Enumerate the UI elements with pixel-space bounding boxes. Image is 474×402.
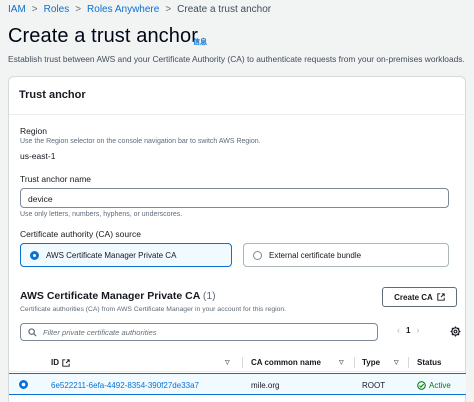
ca-common-name: mile.org [251,381,280,390]
gear-icon[interactable] [450,326,461,337]
external-link-icon [437,293,445,301]
card-title: Trust anchor [19,89,86,101]
breadcrumb-roles-anywhere[interactable]: Roles Anywhere [87,4,159,15]
page-description: Establish trust between AWS and your Cer… [8,54,465,64]
chevron-left-icon[interactable]: ‹ [397,325,400,335]
column-divider [242,357,243,368]
column-divider [408,357,409,368]
ca-id-link[interactable]: 6e522211-6efa-4492-8354-390f27de33a7 [51,381,199,390]
column-type[interactable]: Type [362,358,380,367]
region-label: Region [20,126,47,136]
chevron-right-icon: > [75,4,82,15]
column-id[interactable]: ID [51,358,70,367]
info-link[interactable]: 信息 [193,37,207,47]
radio-selected-icon [30,250,39,260]
pagination: ‹ 1 › [391,325,425,335]
ca-type: ROOT [362,381,386,390]
radio-unselected-icon [253,250,262,260]
search-icon [28,327,37,337]
breadcrumb-roles[interactable]: Roles [44,4,70,15]
sort-icon[interactable]: ▽ [225,359,230,366]
acm-pca-title: AWS Certificate Manager Private CA (1) [20,290,216,302]
breadcrumb-iam[interactable]: IAM [8,4,26,15]
column-ca-common-name[interactable]: CA common name [251,358,321,367]
region-hint: Use the Region selector on the console n… [20,138,261,145]
trust-anchor-name-hint: Use only letters, numbers, hyphens, or u… [20,211,183,218]
ca-source-label: Certificate authority (CA) source [20,229,141,239]
column-divider [354,357,355,368]
external-link-icon [62,358,70,367]
sort-icon[interactable]: ▽ [339,359,344,366]
acm-pca-title-text: AWS Certificate Manager Private CA [20,290,200,302]
sort-icon[interactable]: ▽ [394,359,399,366]
radio-selected-icon[interactable] [19,380,28,389]
create-ca-button[interactable]: Create CA [382,287,457,307]
filter-input[interactable]: Filter private certificate authorities [20,323,378,341]
ca-source-external-tile[interactable]: External certificate bundle [243,243,449,267]
acm-pca-description: Certificate authorities (CA) from AWS Ce… [20,306,287,313]
table-row[interactable]: 6e522211-6efa-4492-8354-390f27de33a7 mil… [9,373,466,395]
trust-anchor-card: Trust anchor Region Use the Region selec… [8,76,466,402]
status-text: Active [429,381,451,390]
ca-option-label: AWS Certificate Manager Private CA [46,250,177,260]
trust-anchor-name-input[interactable]: device [20,188,449,208]
column-id-label: ID [51,358,59,367]
card-header: Trust anchor [9,77,465,115]
chevron-right-icon[interactable]: › [416,325,419,335]
breadcrumb: IAM > Roles > Roles Anywhere > Create a … [8,4,271,15]
table-header: ID ▽ CA common name ▽ Type ▽ Status [9,352,466,372]
region-value: us-east-1 [20,151,56,161]
check-circle-icon [417,381,426,390]
breadcrumb-current: Create a trust anchor [177,4,272,15]
column-status[interactable]: Status [417,358,441,367]
page-title: Create a trust anchor [8,25,198,47]
filter-placeholder: Filter private certificate authorities [43,327,157,337]
status-badge: Active [417,381,451,390]
page-number[interactable]: 1 [406,326,410,335]
ca-source-acm-tile[interactable]: AWS Certificate Manager Private CA [20,243,232,267]
trust-anchor-name-label: Trust anchor name [20,174,92,184]
chevron-right-icon: > [165,4,172,15]
chevron-right-icon: > [31,4,38,15]
create-ca-label: Create CA [394,292,433,302]
ca-option-label: External certificate bundle [269,250,362,260]
acm-pca-count: (1) [202,290,216,302]
